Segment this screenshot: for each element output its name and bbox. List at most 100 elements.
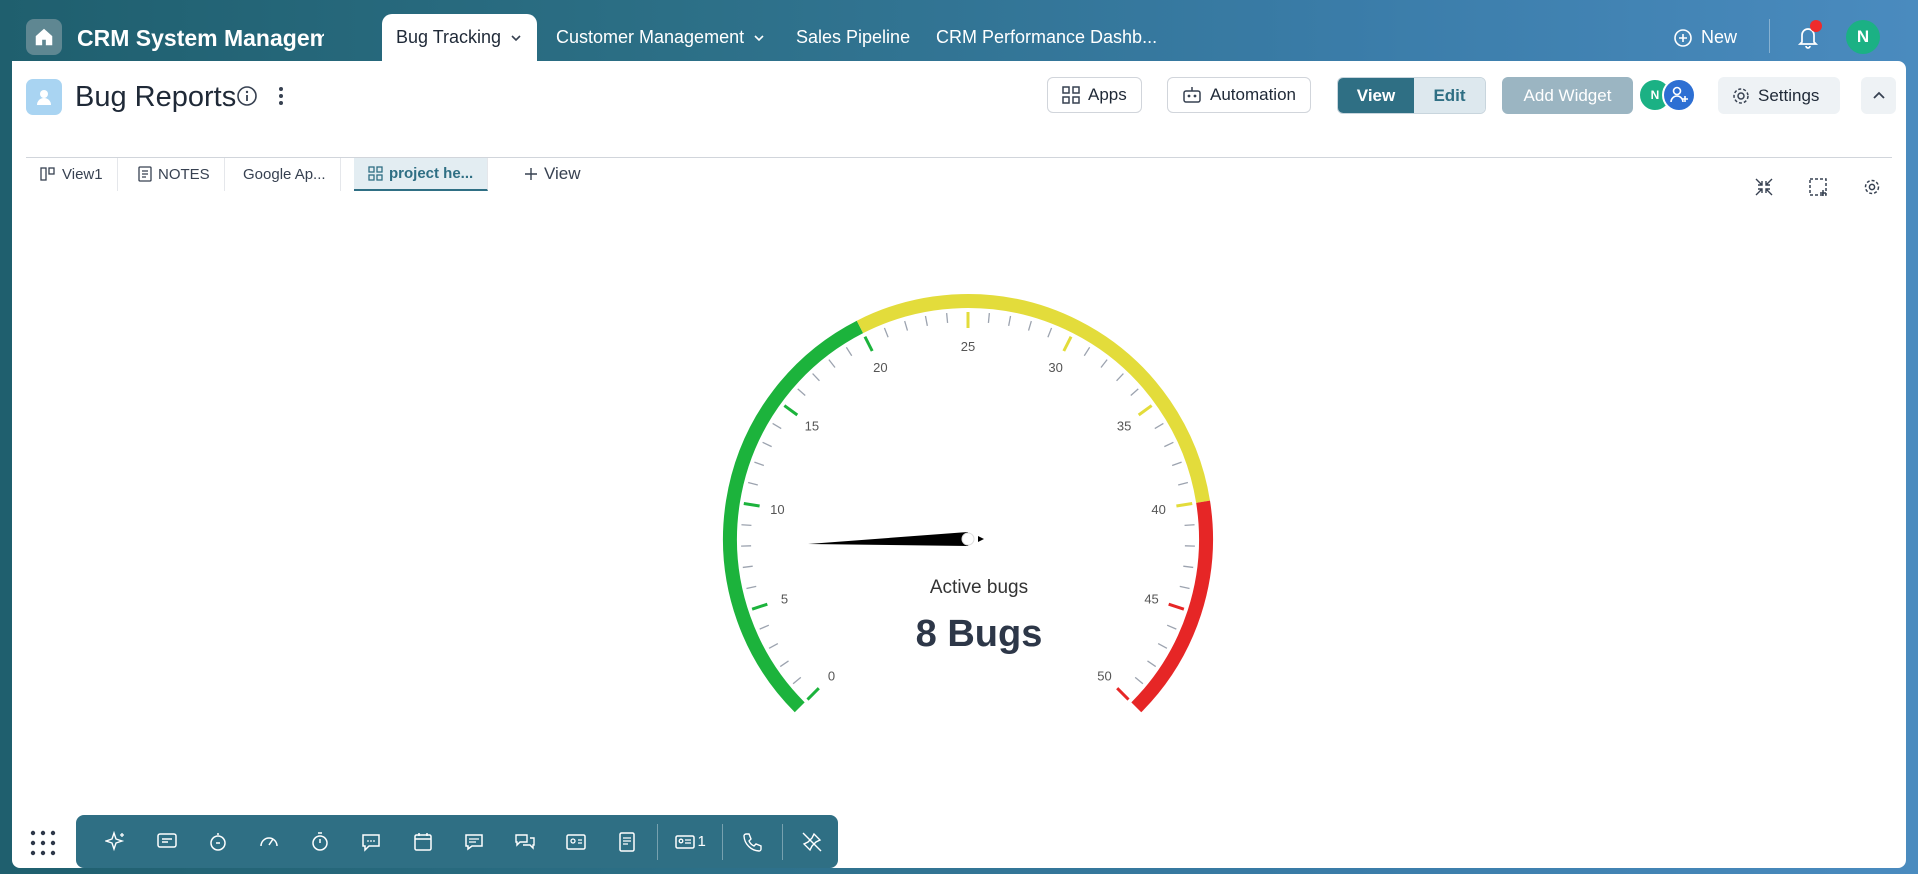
tab-customer-management[interactable]: Customer Management bbox=[556, 14, 766, 61]
stopwatch-button[interactable] bbox=[295, 815, 346, 868]
gauge-major-tick bbox=[751, 602, 768, 611]
gauge-minor-tick bbox=[987, 312, 991, 324]
gauge-minor-tick bbox=[1130, 388, 1139, 396]
gauge-major-tick bbox=[1116, 687, 1130, 701]
gauge-tick-label: 5 bbox=[781, 592, 788, 607]
home-button[interactable] bbox=[26, 19, 62, 55]
plus-circle-icon bbox=[1674, 28, 1692, 47]
gauge-minor-tick bbox=[904, 320, 909, 331]
gauge-minor-tick bbox=[1184, 524, 1195, 527]
calendar-button[interactable] bbox=[397, 815, 448, 868]
calendar-icon bbox=[413, 832, 432, 851]
id-card-icon bbox=[674, 834, 695, 849]
tab-crm-performance-dashboard[interactable]: CRM Performance Dashb... bbox=[936, 14, 1157, 61]
chat-icon bbox=[362, 833, 381, 852]
gauge-value: 8 Bugs bbox=[915, 613, 1043, 655]
gauge-minor-tick bbox=[768, 642, 779, 649]
gauge-minor-tick bbox=[759, 624, 770, 630]
gauge-minor-tick bbox=[1147, 660, 1157, 668]
gauge-major-tick bbox=[1176, 502, 1193, 508]
app-launcher-icon[interactable] bbox=[28, 828, 58, 858]
gauge-minor-tick bbox=[1164, 441, 1174, 448]
new-button[interactable]: New bbox=[1673, 14, 1737, 61]
gauge-minor-tick bbox=[1116, 373, 1124, 382]
gauge-tick-label: 35 bbox=[1117, 419, 1131, 434]
tab-sales-pipeline[interactable]: Sales Pipeline bbox=[796, 14, 910, 61]
cards-count: 1 bbox=[697, 833, 706, 850]
gauge-band-1 bbox=[856, 294, 1210, 503]
gauge-minor-tick bbox=[1100, 359, 1108, 368]
gauge-major-tick bbox=[783, 404, 799, 417]
gauge-tick-label: 25 bbox=[961, 339, 975, 354]
gauge-minor-tick bbox=[1178, 481, 1189, 486]
chevron-down-icon bbox=[511, 34, 521, 41]
comment-icon bbox=[464, 833, 483, 850]
timer-icon bbox=[210, 832, 226, 851]
tab-bug-tracking[interactable]: Bug Tracking bbox=[382, 14, 538, 61]
gauge-major-tick bbox=[1062, 336, 1073, 352]
gauge-major-tick bbox=[1168, 602, 1185, 611]
tab-label: Bug Tracking bbox=[396, 27, 502, 47]
bottom-toolbar: 1 bbox=[76, 815, 838, 868]
timer-button[interactable] bbox=[192, 815, 243, 868]
conversations-button[interactable] bbox=[499, 815, 550, 868]
chevron-down-icon bbox=[754, 34, 764, 41]
home-icon bbox=[35, 28, 53, 46]
dock-divider bbox=[781, 823, 783, 860]
gauge-minor-tick bbox=[1154, 422, 1164, 430]
gauge-minor-tick bbox=[1179, 585, 1190, 590]
gauge-minor-tick bbox=[746, 585, 757, 590]
speedometer-button[interactable] bbox=[243, 815, 294, 868]
speedometer-icon bbox=[260, 836, 278, 846]
cards-button[interactable]: 1 bbox=[662, 815, 718, 868]
gauge-tick-label: 45 bbox=[1144, 592, 1158, 607]
messages-button[interactable] bbox=[141, 815, 192, 868]
gauge-tick-label: 10 bbox=[770, 502, 784, 517]
user-avatar[interactable]: N bbox=[1846, 20, 1880, 54]
tab-label: Sales Pipeline bbox=[796, 27, 911, 47]
ai-sparkle-icon bbox=[104, 830, 124, 851]
app-title: CRM System Management bbox=[77, 25, 324, 51]
unpin-button[interactable] bbox=[787, 815, 838, 868]
dock-divider bbox=[656, 823, 658, 860]
comments-button[interactable] bbox=[448, 815, 499, 868]
gauge-major-tick bbox=[806, 687, 820, 701]
ai-sparkle-button[interactable] bbox=[90, 815, 141, 868]
tab-label: CRM Performance Dashb... bbox=[936, 27, 1158, 47]
gauge-chart: 0 5 10 15 20 25 30 35 40 45 50 bbox=[723, 294, 1213, 713]
gauge-minor-tick bbox=[1008, 315, 1012, 326]
gauge-major-tick bbox=[743, 502, 760, 508]
gauge-minor-tick bbox=[1047, 327, 1053, 338]
new-label: New bbox=[1701, 27, 1738, 47]
chat-button[interactable] bbox=[346, 815, 397, 868]
gauge-minor-tick bbox=[828, 359, 836, 368]
gauge-minor-tick bbox=[812, 373, 820, 382]
phone-button[interactable] bbox=[727, 815, 778, 868]
conversation-icon bbox=[515, 833, 535, 850]
gauge-band-0 bbox=[723, 320, 864, 713]
gauge-tick-label: 20 bbox=[873, 360, 887, 375]
documents-button[interactable] bbox=[602, 815, 653, 868]
gauge-hub bbox=[961, 532, 975, 546]
gauge-minor-tick bbox=[747, 481, 758, 486]
dock-divider bbox=[721, 823, 723, 860]
gauge-major-tick bbox=[863, 336, 874, 352]
gauge-minor-tick bbox=[797, 388, 806, 396]
notification-badge bbox=[1810, 20, 1822, 32]
gauge-minor-tick bbox=[1183, 565, 1194, 569]
gauge-tick-label: 50 bbox=[1097, 668, 1111, 683]
top-navigation: CRM System Management Bug Tracking Custo… bbox=[0, 0, 1918, 61]
gauge-tick-label: 0 bbox=[828, 668, 835, 683]
gauge-major-tick bbox=[1137, 404, 1153, 417]
contacts-button[interactable] bbox=[550, 815, 601, 868]
gauge-minor-tick bbox=[1171, 461, 1182, 467]
unpin-icon bbox=[802, 832, 822, 851]
gauge-minor-tick bbox=[883, 327, 889, 338]
gauge-minor-tick bbox=[762, 441, 772, 448]
gauge-minor-tick bbox=[741, 524, 752, 527]
gauge-minor-tick bbox=[1166, 624, 1177, 630]
message-icon bbox=[156, 832, 177, 848]
document-icon bbox=[619, 831, 635, 852]
gauge-minor-tick bbox=[845, 346, 853, 357]
gauge-tick-label: 15 bbox=[805, 419, 819, 434]
